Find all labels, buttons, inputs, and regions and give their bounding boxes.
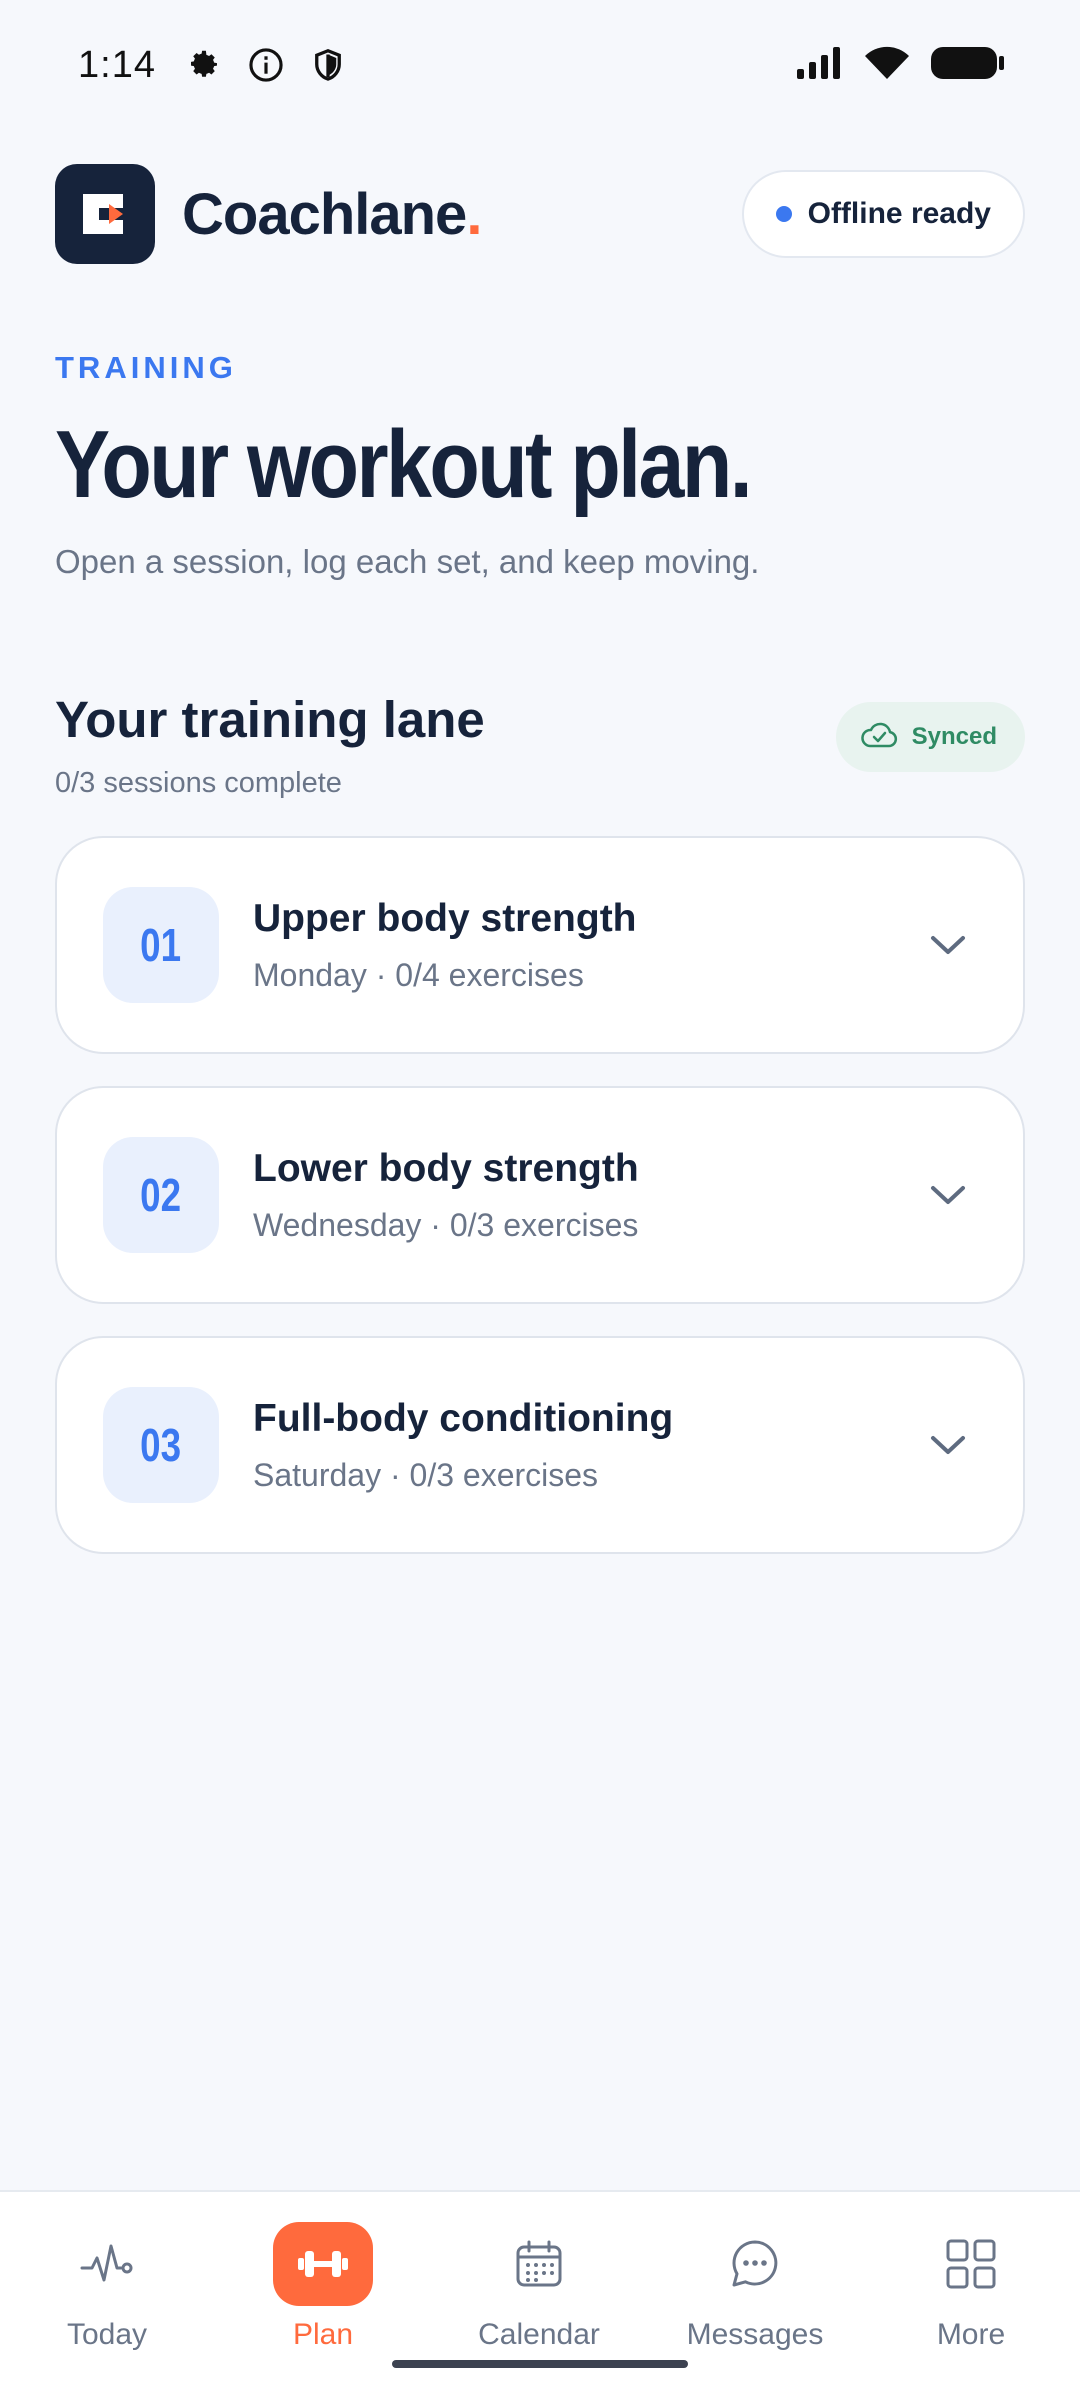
offline-ready-label: Offline ready [807, 197, 991, 230]
app-header: Coachlane. Offline ready [55, 164, 1025, 264]
dumbbell-icon [273, 2222, 373, 2306]
sessions-complete-count: 0/3 sessions complete [55, 767, 342, 799]
status-bar: 1:14 [0, 0, 1080, 130]
session-text: Upper body strength Monday · 0/4 exercis… [253, 897, 923, 994]
brand-name: Coachlane. [182, 181, 482, 248]
session-meta: Saturday · 0/3 exercises [253, 1456, 599, 1493]
home-indicator[interactable] [392, 2360, 688, 2368]
status-time: 1:14 [78, 43, 156, 86]
pulse-icon [57, 2222, 157, 2306]
nav-label: Plan [292, 2318, 354, 2351]
session-title: Lower body strength [253, 1146, 639, 1190]
session-number: 01 [140, 919, 182, 971]
bottom-nav: Today Plan Calendar Messages More [0, 2190, 1080, 2400]
session-title: Full-body conditioning [253, 1396, 674, 1440]
session-card-lower-body[interactable]: 02 Lower body strength Wednesday · 0/3 e… [55, 1086, 1025, 1304]
wifi-icon [863, 44, 911, 87]
status-right [795, 44, 1005, 87]
gear-icon [184, 45, 224, 85]
session-number-badge: 02 [103, 1137, 219, 1253]
session-number: 02 [140, 1169, 182, 1221]
session-number-badge: 03 [103, 1387, 219, 1503]
synced-badge: Synced [835, 702, 1025, 772]
session-number: 03 [140, 1419, 182, 1471]
nav-label: Calendar [478, 2318, 600, 2351]
session-card-upper-body[interactable]: 01 Upper body strength Monday · 0/4 exer… [55, 836, 1025, 1054]
offline-ready-pill[interactable]: Offline ready [741, 170, 1025, 258]
session-number-badge: 01 [103, 887, 219, 1003]
session-card-full-body[interactable]: 03 Full-body conditioning Saturday · 0/3… [55, 1336, 1025, 1554]
nav-item-more[interactable]: More [871, 2222, 1071, 2352]
nav-item-messages[interactable]: Messages [655, 2222, 855, 2352]
calendar-icon [489, 2222, 589, 2306]
nav-item-plan[interactable]: Plan [223, 2222, 423, 2352]
session-title: Upper body strength [253, 896, 637, 940]
nav-item-calendar[interactable]: Calendar [439, 2222, 639, 2352]
brand-name-text: Coachlane [182, 181, 467, 247]
cloud-check-icon [860, 720, 898, 755]
chat-icon [705, 2222, 805, 2306]
grid-icon [921, 2222, 1021, 2306]
session-text: Lower body strength Wednesday · 0/3 exer… [253, 1147, 923, 1244]
page-title: Your workout plan. [55, 411, 753, 518]
brand-dot: . [466, 181, 482, 247]
nav-label: More [936, 2318, 1006, 2351]
session-meta: Wednesday · 0/3 exercises [253, 1206, 639, 1243]
eyebrow-label: TRAINING [55, 350, 237, 385]
synced-label: Synced [911, 723, 997, 750]
chevron-down-icon[interactable] [923, 1420, 973, 1470]
brand: Coachlane. [55, 164, 482, 264]
session-text: Full-body conditioning Saturday · 0/3 ex… [253, 1397, 923, 1494]
nav-item-today[interactable]: Today [7, 2222, 207, 2352]
chevron-down-icon[interactable] [923, 1170, 973, 1220]
shield-icon [308, 45, 348, 85]
info-icon [246, 45, 286, 85]
status-dot-icon [775, 206, 792, 222]
signal-icon [795, 45, 845, 86]
nav-label: Messages [686, 2318, 824, 2351]
battery-icon [929, 44, 1005, 87]
chevron-down-icon[interactable] [923, 920, 973, 970]
session-meta: Monday · 0/4 exercises [253, 956, 584, 993]
section-title: Your training lane [55, 691, 485, 748]
nav-label: Today [66, 2318, 148, 2351]
status-left: 1:14 [78, 44, 348, 87]
logo-icon [55, 164, 155, 264]
page-subtitle: Open a session, log each set, and keep m… [55, 543, 760, 580]
